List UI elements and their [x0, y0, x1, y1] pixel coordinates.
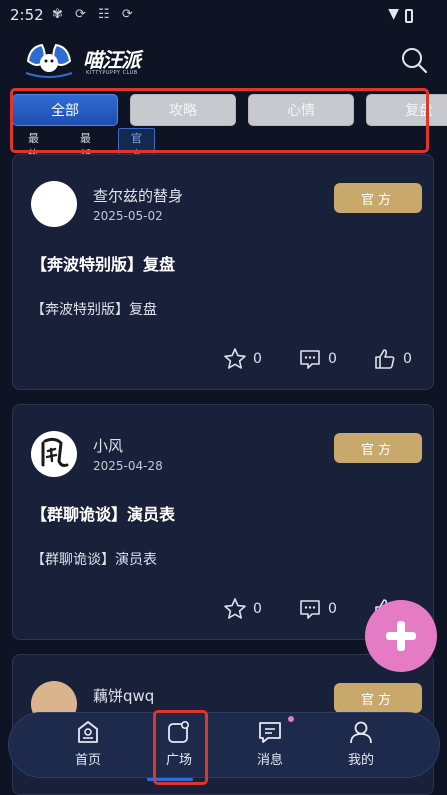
profile-icon [350, 721, 372, 744]
home-icon [78, 721, 98, 743]
app-header: 喵汪派 KITTYPUPPY CLUB [0, 32, 447, 90]
brand-subtitle: KITTYPUPPY CLUB [86, 70, 138, 76]
avatar[interactable] [31, 431, 77, 477]
post-author[interactable]: 查尔兹的替身 [93, 185, 183, 206]
nav-highlight-box [153, 710, 208, 785]
favorite-count: 0 [253, 601, 262, 617]
comment-stat[interactable]: 0 [298, 597, 337, 621]
comment-icon [300, 600, 320, 619]
plus-icon [386, 621, 416, 651]
favorite-stat[interactable]: 0 [223, 347, 262, 371]
post-title[interactable]: 【奔波特别版】复盘 [31, 251, 175, 275]
star-icon [224, 598, 246, 619]
status-bar: 2:52 ✾ ⟳ ☷ ⟳ ▼ [0, 0, 447, 30]
favorite-stat[interactable]: 0 [223, 597, 262, 621]
notification-icons: ✾ ⟳ ☷ ⟳ [52, 7, 137, 22]
create-post-button[interactable] [365, 600, 437, 672]
category-tabs: 全部 攻略 心情 复盘 [12, 94, 447, 128]
post-date: 2025-05-02 [93, 209, 163, 223]
nav-profile-label: 我的 [347, 753, 374, 768]
comment-stat[interactable]: 0 [298, 347, 337, 371]
message-icon [259, 722, 281, 743]
status-time: 2:52 [10, 6, 44, 24]
nav-home-label: 首页 [74, 753, 101, 768]
unread-dot [288, 716, 294, 722]
post-author[interactable]: 小风 [93, 435, 123, 456]
star-icon [224, 348, 246, 369]
post-excerpt[interactable]: 【奔波特别版】复盘 [31, 299, 157, 319]
nav-messages-label: 消息 [256, 753, 283, 768]
calligraphy-avatar-icon [41, 437, 69, 467]
tab-all[interactable]: 全部 [12, 94, 118, 126]
tab-review[interactable]: 复盘 [366, 94, 447, 126]
nav-home[interactable]: 首页 [52, 717, 124, 775]
official-badge: 官方 [334, 433, 422, 463]
bottom-navigation: 首页 广场 消息 我的 [8, 712, 440, 781]
comment-count: 0 [328, 601, 337, 617]
like-count: 0 [403, 351, 412, 367]
post-excerpt[interactable]: 【群聊诡谈】演员表 [31, 549, 157, 569]
favorite-count: 0 [253, 351, 262, 367]
nav-profile[interactable]: 我的 [325, 717, 397, 775]
like-stat[interactable]: 0 [373, 347, 412, 371]
official-badge: 官方 [334, 183, 422, 213]
search-icon[interactable] [400, 46, 428, 74]
post-card[interactable]: 小风 2025-04-28 官方 【群聊诡谈】演员表 【群聊诡谈】演员表 0 0… [12, 404, 434, 640]
battery-icon [405, 9, 413, 23]
post-date: 2025-04-28 [93, 459, 163, 473]
tab-strategy[interactable]: 攻略 [130, 94, 236, 126]
comment-count: 0 [328, 351, 337, 367]
comment-icon [300, 350, 320, 369]
nav-messages[interactable]: 消息 [234, 717, 306, 775]
thumbs-up-icon [375, 349, 395, 369]
avatar[interactable] [31, 181, 77, 227]
official-badge: 官方 [334, 683, 422, 713]
post-author[interactable]: 藕饼qwq [93, 685, 154, 706]
post-title[interactable]: 【群聊诡谈】演员表 [31, 501, 175, 525]
brand-name: 喵汪派 [83, 48, 141, 72]
post-card[interactable]: 查尔兹的替身 2025-05-02 官方 【奔波特别版】复盘 【奔波特别版】复盘… [12, 154, 434, 390]
logo-icon [25, 43, 73, 78]
tab-mood[interactable]: 心情 [248, 94, 354, 126]
wifi-icon: ▼ [388, 6, 399, 22]
